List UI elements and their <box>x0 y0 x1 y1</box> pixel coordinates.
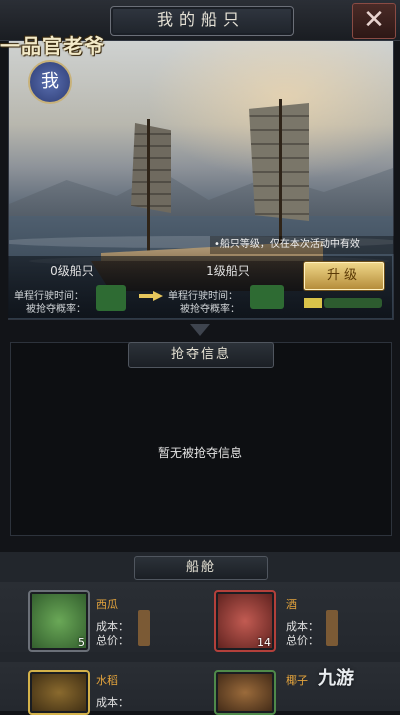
blurred-value <box>324 298 382 308</box>
coconut-icon[interactable] <box>214 670 276 715</box>
watermelon-icon[interactable]: 5 <box>28 590 90 652</box>
item-count: 14 <box>257 636 271 649</box>
progress-indicator <box>304 298 322 308</box>
item-count: 5 <box>78 636 85 649</box>
upgrade-label: 升级 <box>326 268 361 283</box>
item-cost-label: 成本： <box>96 696 129 709</box>
next-level-label: 1级船只 <box>206 264 250 278</box>
watermark: 九游 <box>318 668 354 689</box>
item-name: 椰子 <box>286 674 308 687</box>
item-total-label: 总价： <box>286 634 319 647</box>
rob-chance-label: 被抢夺概率： <box>26 304 86 315</box>
blurred-value <box>326 610 338 646</box>
rob-empty-text: 暂无被抢夺信息 <box>157 446 242 460</box>
arrow-right-icon <box>139 291 163 301</box>
chevron-down-icon <box>190 324 210 336</box>
item-name: 酒 <box>286 598 297 611</box>
next-rob-chance-label: 被抢夺概率： <box>180 304 240 315</box>
sail-icon <box>131 123 171 213</box>
blurred-value <box>96 285 126 311</box>
game-logo: 一品官老爷 <box>0 34 105 58</box>
item-name: 西瓜 <box>96 598 118 611</box>
rob-info-title: 抢夺信息 <box>128 342 274 368</box>
blurred-value <box>250 285 284 309</box>
close-button[interactable]: ✕ <box>352 3 396 39</box>
rice-icon[interactable] <box>28 670 90 715</box>
upgrade-button[interactable]: 升级 <box>303 261 385 291</box>
rob-info-panel <box>10 342 392 536</box>
logo-badge: 我 <box>28 60 72 104</box>
item-name: 水稻 <box>96 674 118 687</box>
mast <box>147 119 150 264</box>
close-icon: ✕ <box>363 5 385 35</box>
wine-jar-icon[interactable]: 14 <box>214 590 276 652</box>
ship-level-note: •船只等级，仅在本次活动中有效 <box>210 236 394 254</box>
blurred-value <box>138 610 150 646</box>
mast <box>279 99 282 259</box>
current-level-label: 0级船只 <box>50 264 94 278</box>
cabin-title: 船舱 <box>134 556 268 580</box>
item-total-label: 总价： <box>96 634 129 647</box>
